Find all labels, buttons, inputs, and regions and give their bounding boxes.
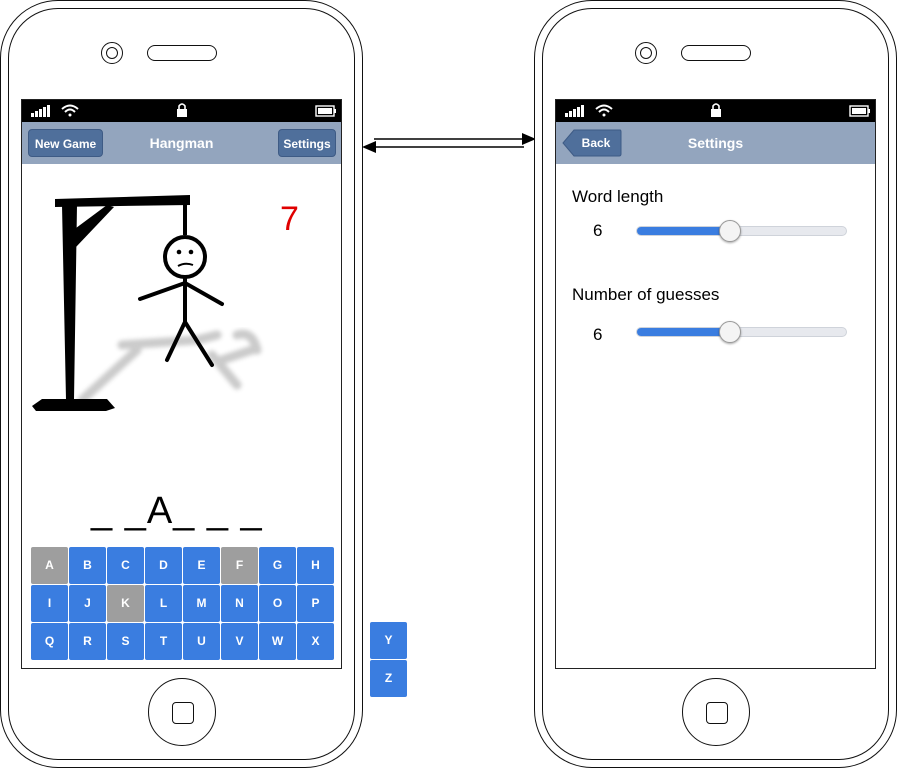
battery-icon [849,105,870,117]
number-of-guesses-value: 6 [593,325,603,344]
key-n[interactable]: N [221,585,258,622]
word-length-label: Word length [572,187,664,206]
key-h[interactable]: H [297,547,334,584]
wifi-icon [61,104,79,117]
key-j[interactable]: J [69,585,106,622]
back-label: Back [581,136,611,150]
word-display: _ _A_ _ _ [91,490,263,532]
settings-button[interactable]: Settings [278,129,336,157]
guesses-remaining-counter: 7 [280,200,299,238]
right-phone-camera [635,42,657,64]
key-r[interactable]: R [69,623,106,660]
key-l[interactable]: L [145,585,182,622]
settings-screen: Settings Back Word length 6 Number of gu… [555,99,876,669]
settings-nav-bar: Settings Back [556,122,875,164]
key-m[interactable]: M [183,585,220,622]
key-b[interactable]: B [69,547,106,584]
key-v[interactable]: V [221,623,258,660]
left-phone-camera [101,42,123,64]
signal-icon [31,105,50,117]
hangman-nav-bar: Hangman New Game Settings [22,122,341,164]
number-of-guesses-label: Number of guesses [572,285,720,304]
left-phone-speaker [147,45,217,61]
battery-icon [315,105,336,117]
drawing-shadow [77,329,262,405]
status-bar-icons [31,103,336,117]
letter-keyboard: ABCDEFGH IJKLMNOP QRSTUVWX [31,547,335,663]
word-length-value: 6 [593,221,603,240]
key-y[interactable]: Y [370,622,407,659]
key-f[interactable]: F [221,547,258,584]
number-of-guesses-slider-fill [637,328,730,336]
wifi-icon [595,104,613,117]
key-t[interactable]: T [145,623,182,660]
key-i[interactable]: I [31,585,68,622]
right-phone-speaker [681,45,751,61]
key-c[interactable]: C [107,547,144,584]
key-k[interactable]: K [107,585,144,622]
right-phone-home-button[interactable] [682,678,750,746]
key-o[interactable]: O [259,585,296,622]
key-a[interactable]: A [31,547,68,584]
key-x[interactable]: X [297,623,334,660]
new-game-button[interactable]: New Game [28,129,103,157]
number-of-guesses-slider[interactable] [636,321,847,343]
left-phone-home-button[interactable] [148,678,216,746]
signal-icon [565,105,584,117]
back-button[interactable]: Back [562,129,622,157]
number-of-guesses-slider-thumb[interactable] [718,321,741,343]
key-w[interactable]: W [259,623,296,660]
word-length-slider-thumb[interactable] [718,220,741,242]
navigation-flow-arrow [362,133,536,153]
key-e[interactable]: E [183,547,220,584]
lock-icon [711,103,721,117]
key-q[interactable]: Q [31,623,68,660]
word-length-slider-fill [637,227,730,235]
key-p[interactable]: P [297,585,334,622]
key-g[interactable]: G [259,547,296,584]
hangman-screen: Hangman New Game Settings 7 _ _A_ _ _ A … [21,99,342,669]
status-bar [556,100,875,122]
word-length-slider[interactable] [636,220,847,242]
key-d[interactable]: D [145,547,182,584]
status-bar [22,100,341,122]
lock-icon [177,103,187,117]
key-u[interactable]: U [183,623,220,660]
status-bar-icons [565,103,870,117]
double-arrow-icon [362,133,536,153]
key-s[interactable]: S [107,623,144,660]
key-z[interactable]: Z [370,660,407,697]
